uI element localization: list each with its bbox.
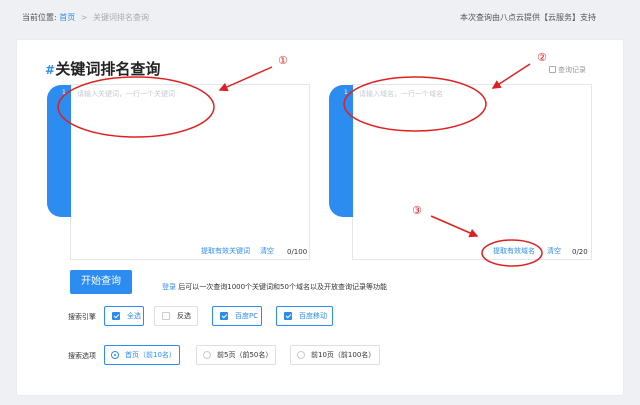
- breadcrumb-prefix: 当前位置:: [22, 13, 57, 22]
- page-title-text: 关键词排名查询: [55, 60, 161, 78]
- radio-icon: [297, 351, 305, 359]
- login-tip-text: 后可以一次查询1000个关键词和50个域名以及开放查询记录等功能: [178, 283, 387, 291]
- line-number-gutter: [329, 85, 353, 217]
- range-label: 搜索选项: [68, 352, 96, 360]
- engine-select-all-checkbox[interactable]: 全选: [104, 306, 144, 326]
- login-link[interactable]: 登录: [162, 283, 176, 291]
- engine-invert-checkbox[interactable]: 反选: [154, 306, 198, 326]
- extract-keywords-link[interactable]: 提取有效关键词: [201, 246, 250, 256]
- start-query-button[interactable]: 开始查询: [70, 270, 132, 294]
- extract-domains-link[interactable]: 提取有效域名: [493, 246, 535, 256]
- domain-placeholder: 请输入域名，一行一个域名: [359, 90, 443, 98]
- keyword-textarea[interactable]: 1 请输入关键词，一行一个关键词 提取有效关键词 清空 0/100: [47, 84, 310, 260]
- breadcrumb-current: 关键词排名查询: [93, 13, 150, 22]
- clear-domains-link[interactable]: 清空: [547, 246, 561, 256]
- history-icon: [549, 66, 556, 73]
- provider-note: 本次查询由八点云提供【云服务】支持: [460, 13, 596, 22]
- range-top5-radio[interactable]: 前5页（前50名）: [196, 345, 276, 365]
- range-first-page-radio[interactable]: 首页（前10名）: [104, 345, 180, 365]
- engine-option-label: 全选: [127, 312, 141, 320]
- range-option-label: 前10页（前100名）: [311, 351, 376, 359]
- hash-icon: #: [45, 63, 54, 77]
- engine-label: 搜索引擎: [68, 313, 96, 321]
- domain-textarea[interactable]: 1 请输入域名，一行一个域名 提取有效域名 清空 0/20: [329, 84, 592, 260]
- range-option-label: 前5页（前50名）: [217, 351, 273, 359]
- breadcrumb-separator: >: [80, 13, 88, 22]
- checkbox-icon: [220, 312, 228, 320]
- keyword-count: 0/100: [287, 248, 308, 256]
- domain-count: 0/20: [572, 248, 588, 256]
- line-number-gutter: [47, 85, 71, 217]
- annotation-marker-1: ①: [278, 54, 288, 67]
- history-label: 查询记录: [558, 66, 586, 74]
- range-option-label: 首页（前10名）: [125, 351, 176, 359]
- breadcrumb-home-link[interactable]: 首页: [59, 13, 75, 22]
- radio-icon: [111, 351, 119, 359]
- checkbox-icon: [162, 312, 170, 320]
- engine-option-label: 百度PC: [235, 312, 259, 320]
- engine-baidu-pc-checkbox[interactable]: 百度PC: [212, 306, 262, 326]
- range-top10-radio[interactable]: 前10页（前100名）: [290, 345, 380, 365]
- breadcrumb: 当前位置: 首页 > 关键词排名查询: [22, 12, 149, 23]
- radio-icon: [203, 351, 211, 359]
- page-title: # 关键词排名查询: [45, 58, 160, 79]
- keyword-placeholder: 请输入关键词，一行一个关键词: [77, 90, 175, 98]
- annotation-marker-3: ③: [412, 204, 422, 217]
- history-link[interactable]: 查询记录: [549, 65, 586, 75]
- engine-option-label: 反选: [177, 312, 191, 320]
- checkbox-icon: [112, 312, 120, 320]
- engine-baidu-mobile-checkbox[interactable]: 百度移动: [276, 306, 333, 326]
- login-tip: 登录 后可以一次查询1000个关键词和50个域名以及开放查询记录等功能: [162, 282, 387, 292]
- annotation-marker-2: ②: [537, 51, 547, 64]
- line-number: 1: [344, 89, 348, 96]
- checkbox-icon: [284, 312, 292, 320]
- clear-keywords-link[interactable]: 清空: [260, 246, 274, 256]
- engine-option-label: 百度移动: [299, 312, 327, 320]
- top-bar: 当前位置: 首页 > 关键词排名查询 本次查询由八点云提供【云服务】支持: [0, 0, 640, 32]
- line-number: 1: [62, 89, 66, 96]
